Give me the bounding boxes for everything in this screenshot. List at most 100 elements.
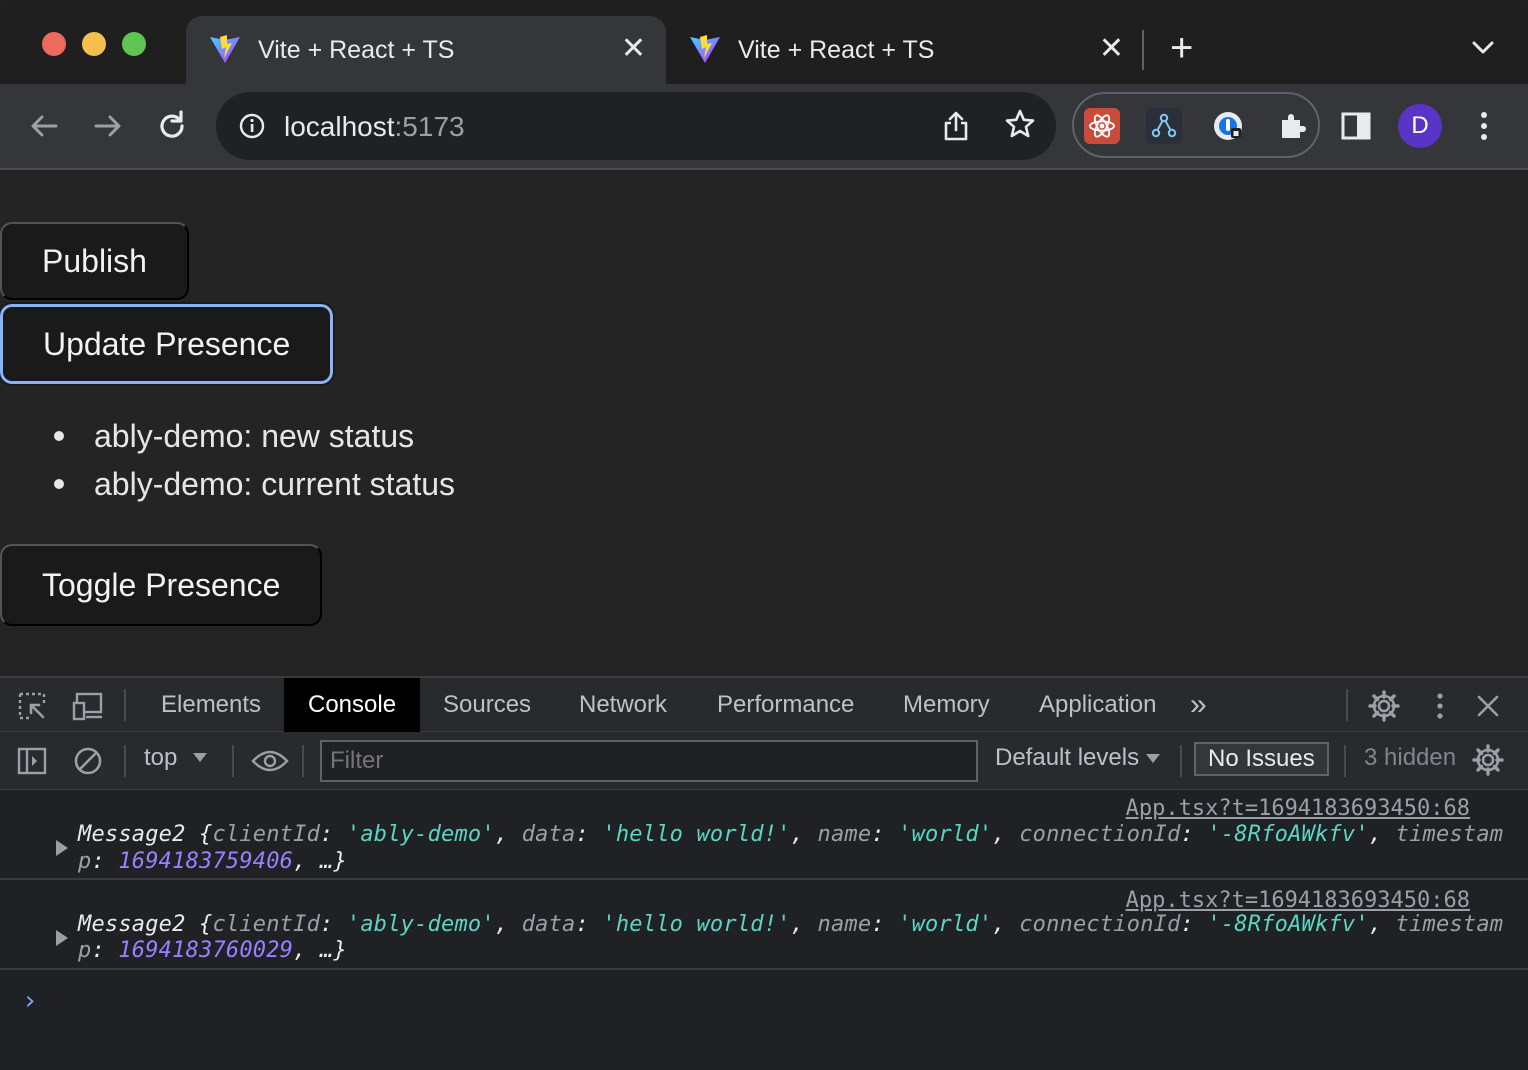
back-arrow-icon: [31, 115, 58, 137]
expand-triangle-icon[interactable]: [56, 930, 68, 946]
console-sidebar-icon[interactable]: [16, 745, 48, 777]
toolbar-divider: [232, 745, 234, 777]
browser-menu-button[interactable]: [1464, 106, 1504, 146]
site-info-icon[interactable]: [238, 112, 266, 140]
toolbar-divider: [1180, 745, 1182, 777]
console-prompt[interactable]: ›: [22, 986, 38, 1016]
live-expression-eye-icon[interactable]: [250, 745, 290, 777]
toolbar-divider: [124, 745, 126, 777]
console-filter-input[interactable]: [320, 740, 978, 782]
class-name: Message2: [78, 822, 186, 847]
hidden-count: 3 hidden: [1364, 744, 1457, 771]
close-devtools-icon[interactable]: [1472, 690, 1504, 722]
class-name: Message2: [78, 912, 186, 937]
graph-extension-icon[interactable]: [1146, 108, 1182, 144]
timestamp-value: 1694183760029: [118, 938, 294, 963]
client-id-value: 'ably-demo': [346, 822, 495, 847]
devtools-menu-icon[interactable]: [1424, 690, 1456, 722]
reload-icon: [160, 110, 184, 138]
react-devtools-extension-icon[interactable]: [1084, 108, 1120, 144]
log-levels-label: Default levels: [995, 744, 1140, 771]
back-button[interactable]: [24, 106, 64, 146]
tab-console[interactable]: Console: [284, 678, 421, 732]
dropdown-arrow-icon: [1146, 754, 1161, 763]
tab-title: Vite + React + TS: [738, 36, 935, 64]
publish-button[interactable]: Publish: [0, 222, 189, 300]
settings-gear-icon[interactable]: [1368, 690, 1400, 722]
device-toolbar-icon[interactable]: [72, 690, 104, 722]
toolbar-divider: [1346, 689, 1348, 721]
console-message: App.tsx?t=1694183693450:68 Message2 {cli…: [0, 882, 1528, 970]
tab-memory[interactable]: Memory: [903, 678, 990, 732]
close-window-button[interactable]: [42, 32, 66, 56]
toolbar-divider: [1344, 745, 1346, 777]
tab-performance[interactable]: Performance: [717, 678, 854, 732]
side-panel-icon: [1341, 112, 1371, 140]
context-selector[interactable]: top: [144, 744, 209, 772]
message-line-1[interactable]: Message2 {clientId: 'ably-demo', data: '…: [78, 822, 1503, 847]
name-value: 'world': [898, 822, 993, 847]
profile-avatar[interactable]: D: [1398, 104, 1442, 148]
console-output: App.tsx?t=1694183693450:68 Message2 {cli…: [0, 790, 1528, 1070]
tab-search-chevron-icon[interactable]: [1470, 34, 1496, 60]
forward-button[interactable]: [88, 106, 128, 146]
source-link[interactable]: App.tsx?t=1694183693450:68: [1126, 888, 1470, 913]
share-icon[interactable]: [942, 110, 970, 142]
message-line-1[interactable]: Message2 {clientId: 'ably-demo', data: '…: [78, 912, 1503, 937]
tab-vite-2[interactable]: Vite + React + TS ✕: [666, 16, 1144, 84]
timestamp-key-wrap: p: [78, 849, 92, 874]
forward-arrow-icon: [94, 115, 121, 137]
expand-triangle-icon[interactable]: [56, 840, 68, 856]
tab-strip: Vite + React + TS ✕ Vite + React + TS ✕ …: [0, 0, 1528, 84]
list-item: ably-demo: new status: [40, 412, 455, 460]
tab-network[interactable]: Network: [579, 678, 667, 732]
toggle-presence-button[interactable]: Toggle Presence: [0, 544, 323, 626]
context-value: top: [144, 744, 178, 771]
tab-title: Vite + React + TS: [258, 36, 455, 64]
client-id-value: 'ably-demo': [346, 912, 495, 937]
tab-application[interactable]: Application: [1039, 678, 1156, 732]
console-toolbar: top Default levels No Issues 3 hidden: [0, 732, 1528, 790]
side-panel-button[interactable]: [1336, 106, 1376, 146]
close-tab-icon[interactable]: ✕: [621, 34, 646, 64]
maximize-window-button[interactable]: [122, 32, 146, 56]
inspect-element-icon[interactable]: [16, 690, 48, 722]
list-item: ably-demo: current status: [40, 460, 455, 508]
update-presence-button[interactable]: Update Presence: [0, 302, 336, 386]
timestamp-key: timestam: [1395, 912, 1504, 937]
toolbar-divider: [124, 689, 126, 721]
timestamp-key-wrap: p: [78, 938, 92, 963]
dropdown-arrow-icon: [193, 753, 208, 762]
devtools-panel: Elements Console Sources Network Perform…: [0, 676, 1528, 1070]
console-message: App.tsx?t=1694183693450:68 Message2 {cli…: [0, 790, 1528, 880]
extensions-area: [1072, 92, 1320, 158]
data-value: 'hello world!': [602, 822, 791, 847]
new-tab-button[interactable]: +: [1170, 28, 1193, 68]
timestamp-value: 1694183759406: [118, 849, 294, 874]
data-value: 'hello world!': [602, 912, 791, 937]
more-tabs-icon[interactable]: »: [1190, 678, 1207, 732]
close-tab-icon[interactable]: ✕: [1099, 34, 1124, 64]
issues-button[interactable]: No Issues: [1194, 742, 1329, 776]
reload-button[interactable]: [152, 106, 192, 146]
extensions-puzzle-icon[interactable]: [1274, 108, 1310, 144]
tab-vite-1[interactable]: Vite + React + TS ✕: [186, 16, 666, 84]
kebab-menu-icon: [1481, 112, 1487, 140]
message-line-2: p: 1694183759406, …}: [78, 849, 347, 874]
tab-elements[interactable]: Elements: [161, 678, 261, 732]
connection-id-value: '-8RfoAWkfv': [1207, 912, 1369, 937]
url-text[interactable]: localhost:5173: [284, 111, 465, 143]
password-manager-extension-icon[interactable]: [1210, 108, 1246, 144]
log-levels-dropdown[interactable]: Default levels: [995, 744, 1161, 772]
minimize-window-button[interactable]: [82, 32, 106, 56]
clear-console-icon[interactable]: [72, 745, 104, 777]
vite-logo-icon: [210, 35, 240, 63]
connection-id-value: '-8RfoAWkfv': [1207, 822, 1369, 847]
source-link[interactable]: App.tsx?t=1694183693450:68: [1126, 796, 1470, 821]
toolbar-divider: [302, 745, 304, 777]
address-bar[interactable]: localhost:5173: [216, 92, 1056, 160]
tab-sources[interactable]: Sources: [443, 678, 531, 732]
bookmark-star-icon[interactable]: [1004, 108, 1036, 140]
name-value: 'world': [898, 912, 993, 937]
console-settings-gear-icon[interactable]: [1472, 744, 1504, 776]
